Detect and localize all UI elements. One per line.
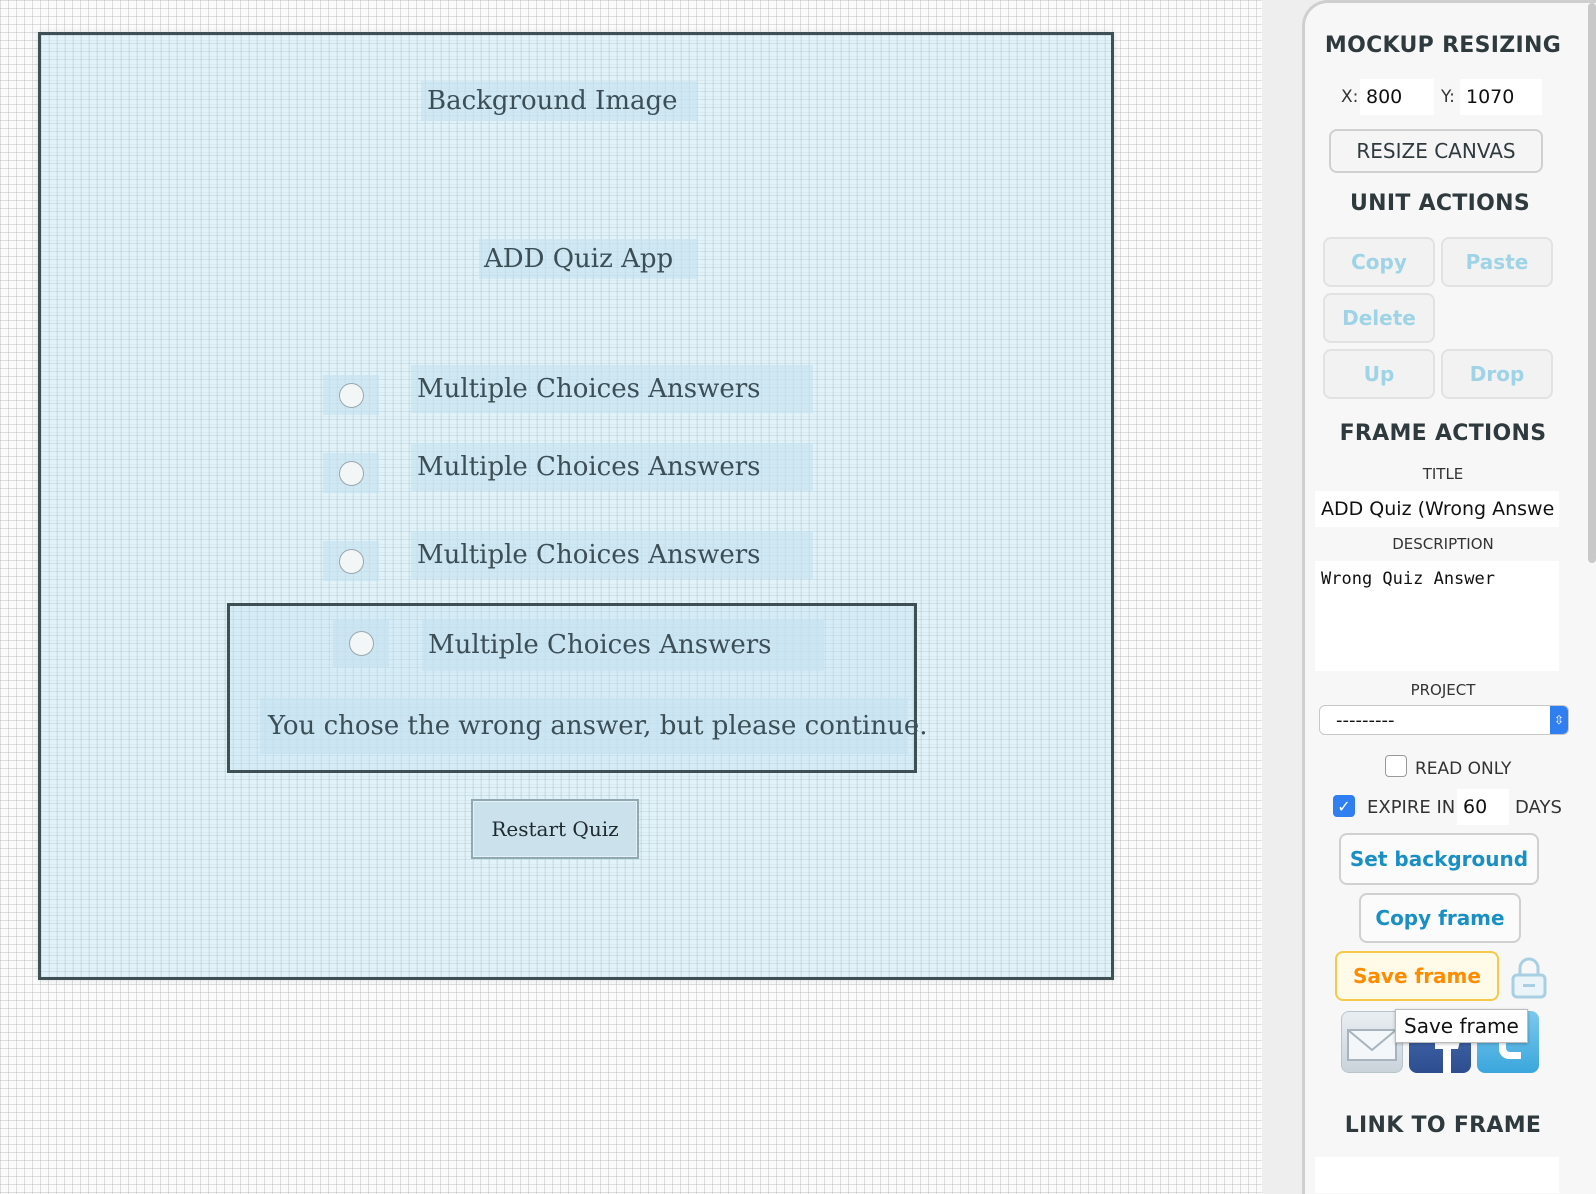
drop-unit-label: Drop	[1469, 362, 1525, 386]
mail-icon[interactable]	[1341, 1011, 1403, 1073]
answer-label-3[interactable]: Multiple Choices Answers	[411, 531, 813, 579]
answer-radio-4[interactable]	[348, 630, 374, 656]
app-title-label[interactable]: ADD Quiz App	[479, 239, 697, 279]
link-to-frame-heading: LINK TO FRAME	[1344, 1113, 1542, 1138]
feedback-label[interactable]: You chose the wrong answer, but please c…	[260, 698, 928, 754]
unit-actions-heading: UNIT ACTIONS	[1349, 191, 1531, 216]
delete-unit-button[interactable]: Delete	[1323, 293, 1435, 343]
answer-label-4[interactable]: Multiple Choices Answers	[422, 619, 824, 671]
expire-checkbox[interactable]: ✓	[1333, 795, 1355, 817]
description-value: Wrong Quiz Answer	[1321, 569, 1495, 589]
answer-radio-box-1[interactable]	[323, 375, 379, 415]
answer-label-2[interactable]: Multiple Choices Answers	[411, 443, 813, 491]
restart-quiz-button[interactable]: Restart Quiz	[471, 799, 639, 859]
project-value: ---------	[1336, 709, 1395, 731]
y-value: 1070	[1466, 86, 1515, 108]
answer-radio-3[interactable]	[338, 548, 364, 574]
days-label: DAYS	[1515, 797, 1562, 818]
resize-canvas-label: RESIZE CANVAS	[1356, 139, 1516, 163]
mockup-resizing-heading: MOCKUP RESIZING	[1324, 33, 1562, 58]
answer-radio-box-3[interactable]	[323, 541, 379, 581]
read-only-checkbox[interactable]	[1385, 755, 1407, 777]
app-title-text: ADD Quiz App	[484, 244, 674, 274]
feedback-text: You chose the wrong answer, but please c…	[268, 711, 928, 741]
answer-text-3: Multiple Choices Answers	[417, 540, 761, 570]
link-to-frame-input[interactable]	[1315, 1157, 1559, 1193]
title-value: ADD Quiz (Wrong Answe	[1321, 498, 1555, 520]
resize-canvas-button[interactable]: RESIZE CANVAS	[1329, 129, 1543, 173]
title-label: TITLE	[1422, 465, 1464, 483]
drop-unit-button[interactable]: Drop	[1441, 349, 1553, 399]
copy-unit-button[interactable]: Copy	[1323, 237, 1435, 287]
selected-answer-panel[interactable]: Multiple Choices Answers You chose the w…	[227, 603, 928, 773]
answer-text-1: Multiple Choices Answers	[417, 374, 761, 404]
answer-label-1[interactable]: Multiple Choices Answers	[411, 365, 813, 413]
up-unit-label: Up	[1363, 362, 1395, 386]
save-frame-tooltip: Save frame	[1395, 1009, 1528, 1043]
mockup-canvas[interactable]: Background Image ADD Quiz App Multiple C…	[38, 32, 1114, 980]
delete-unit-label: Delete	[1342, 306, 1416, 330]
copy-frame-label: Copy frame	[1375, 906, 1505, 930]
sidebar-panel: MOCKUP RESIZING X: 800 Y: 1070 RESIZE CA…	[1302, 0, 1596, 1194]
copy-unit-label: Copy	[1351, 250, 1407, 274]
read-only-label: READ ONLY	[1415, 759, 1512, 779]
set-background-button[interactable]: Set background	[1339, 833, 1539, 885]
tooltip-text: Save frame	[1404, 1014, 1519, 1038]
answer-radio-1[interactable]	[338, 382, 364, 408]
x-input[interactable]: 800	[1360, 79, 1434, 115]
background-image-text: Background Image	[427, 86, 678, 116]
project-select[interactable]: --------- ⇳	[1319, 705, 1569, 735]
expire-label: EXPIRE IN	[1367, 797, 1456, 818]
title-input[interactable]: ADD Quiz (Wrong Answe	[1315, 491, 1559, 527]
description-label: DESCRIPTION	[1392, 535, 1494, 553]
answer-radio-2[interactable]	[338, 460, 364, 486]
answer-radio-box-2[interactable]	[323, 453, 379, 493]
x-label: X:	[1341, 87, 1359, 107]
checkmark-icon: ✓	[1337, 796, 1351, 816]
x-value: 800	[1366, 86, 1403, 108]
answer-text-4: Multiple Choices Answers	[428, 630, 772, 660]
expire-days-input[interactable]: 60	[1457, 789, 1509, 825]
project-label: PROJECT	[1410, 681, 1476, 699]
frame-actions-heading: FRAME ACTIONS	[1339, 421, 1547, 446]
set-background-label: Set background	[1349, 847, 1529, 871]
paste-unit-label: Paste	[1465, 250, 1529, 274]
y-label: Y:	[1441, 87, 1455, 107]
select-arrows-icon: ⇳	[1550, 706, 1568, 734]
background-image-label[interactable]: Background Image	[421, 81, 697, 121]
y-input[interactable]: 1070	[1460, 79, 1542, 115]
answer-radio-box-4[interactable]	[333, 619, 389, 667]
save-frame-button[interactable]: Save frame	[1335, 951, 1499, 1001]
expire-days-value: 60	[1463, 796, 1488, 818]
paste-unit-button[interactable]: Paste	[1441, 237, 1553, 287]
up-unit-button[interactable]: Up	[1323, 349, 1435, 399]
sidebar-scrollbar[interactable]	[1588, 3, 1596, 563]
lock-icon[interactable]	[1509, 955, 1549, 999]
save-frame-label: Save frame	[1353, 964, 1481, 988]
copy-frame-button[interactable]: Copy frame	[1359, 893, 1521, 943]
answer-text-2: Multiple Choices Answers	[417, 452, 761, 482]
description-textarea[interactable]: Wrong Quiz Answer	[1315, 561, 1559, 671]
restart-quiz-label: Restart Quiz	[491, 817, 619, 841]
